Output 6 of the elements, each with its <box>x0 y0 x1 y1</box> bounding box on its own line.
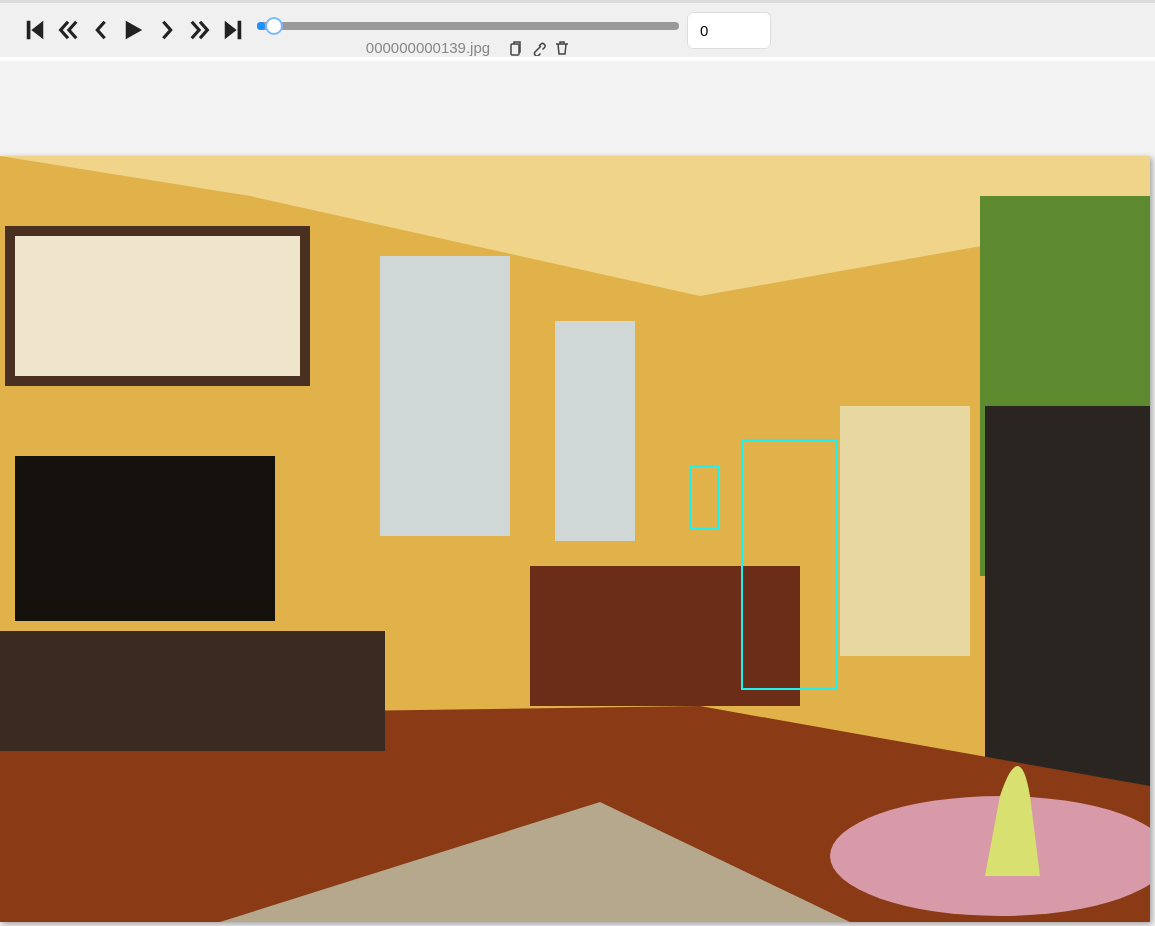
trash-icon[interactable] <box>554 40 571 57</box>
file-name: 000000000139.jpg <box>365 38 491 58</box>
frame-number-field[interactable]: 0 <box>687 11 771 49</box>
double-chevron-right-icon <box>188 18 211 42</box>
progress-slider[interactable] <box>257 17 679 35</box>
double-chevron-left-icon <box>56 18 79 42</box>
